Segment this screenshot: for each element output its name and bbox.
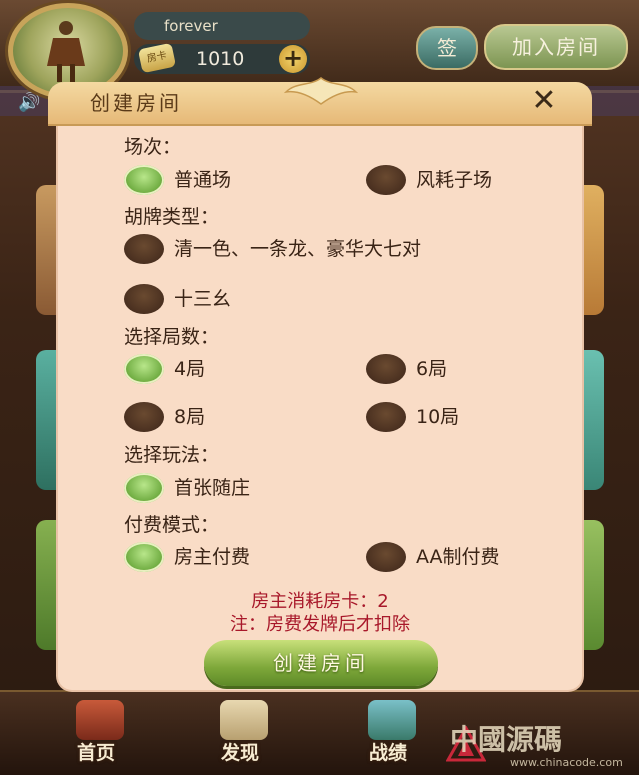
option-4-rounds[interactable]: 4局 bbox=[174, 354, 205, 384]
option-wind-round[interactable]: 风耗子场 bbox=[416, 165, 492, 195]
watermark-text: 中國源碼 bbox=[450, 723, 563, 756]
create-room-button[interactable]: 创建房间 bbox=[204, 640, 438, 686]
option-first-tile-dealer[interactable]: 首张随庄 bbox=[174, 473, 250, 503]
option-10-rounds[interactable]: 10局 bbox=[416, 402, 459, 432]
avatar-figure-icon bbox=[47, 21, 85, 82]
nav-discover-label: 发现 bbox=[220, 742, 259, 764]
watermark-url: www.chinacode.com bbox=[510, 756, 623, 769]
sign-in-button[interactable]: 签 bbox=[416, 26, 478, 70]
nav-home-label: 首页 bbox=[76, 742, 115, 764]
dialog-title: 创建房间 bbox=[90, 91, 182, 115]
radio-6-rounds[interactable] bbox=[366, 354, 406, 384]
option-aa-pay[interactable]: AA制付费 bbox=[416, 542, 500, 572]
option-thirteen-orphans[interactable]: 十三幺 bbox=[174, 284, 231, 314]
discover-icon bbox=[220, 700, 268, 740]
radio-aa-pay[interactable] bbox=[366, 542, 406, 572]
create-room-dialog: 创建房间 ✕ 场次： 普通场 风耗子场 胡牌类型： 清一色、一条龙、豪华大七对 … bbox=[48, 77, 592, 690]
nav-discover[interactable]: 发现 bbox=[180, 700, 300, 770]
option-owner-pays[interactable]: 房主付费 bbox=[174, 542, 250, 572]
card-count: 1010 bbox=[196, 48, 245, 70]
deduct-note: 注：房费发牌后才扣除 bbox=[230, 614, 410, 635]
radio-first-tile-dealer[interactable] bbox=[124, 473, 164, 503]
record-icon bbox=[368, 700, 416, 740]
username: forever bbox=[134, 12, 310, 40]
option-hu-special[interactable]: 清一色、一条龙、豪华大七对 bbox=[174, 234, 421, 264]
round-type-label: 场次： bbox=[124, 136, 182, 158]
nav-home[interactable]: 首页 bbox=[36, 700, 156, 770]
radio-8-rounds[interactable] bbox=[124, 402, 164, 432]
radio-normal-round[interactable] bbox=[124, 165, 164, 195]
play-mode-label: 选择玩法： bbox=[124, 444, 220, 466]
radio-4-rounds[interactable] bbox=[124, 354, 164, 384]
add-card-button[interactable]: + bbox=[279, 45, 307, 73]
radio-thirteen-orphans[interactable] bbox=[124, 284, 164, 314]
option-normal-round[interactable]: 普通场 bbox=[174, 165, 231, 195]
join-room-button[interactable]: 加入房间 bbox=[484, 24, 628, 70]
speaker-icon[interactable]: 🔊 bbox=[18, 92, 40, 113]
option-8-rounds[interactable]: 8局 bbox=[174, 402, 205, 432]
nav-record[interactable]: 战绩 bbox=[328, 700, 448, 770]
radio-wind-round[interactable] bbox=[366, 165, 406, 195]
hu-type-label: 胡牌类型： bbox=[124, 206, 220, 228]
header-ornament-icon bbox=[283, 77, 359, 105]
nav-record-label: 战绩 bbox=[368, 742, 407, 764]
home-icon bbox=[76, 700, 124, 740]
radio-10-rounds[interactable] bbox=[366, 402, 406, 432]
payment-label: 付费模式： bbox=[124, 514, 220, 536]
rounds-label: 选择局数： bbox=[124, 326, 220, 348]
radio-owner-pays[interactable] bbox=[124, 542, 164, 572]
close-icon[interactable]: ✕ bbox=[526, 84, 562, 120]
option-6-rounds[interactable]: 6局 bbox=[416, 354, 447, 384]
radio-hu-special[interactable] bbox=[124, 234, 164, 264]
